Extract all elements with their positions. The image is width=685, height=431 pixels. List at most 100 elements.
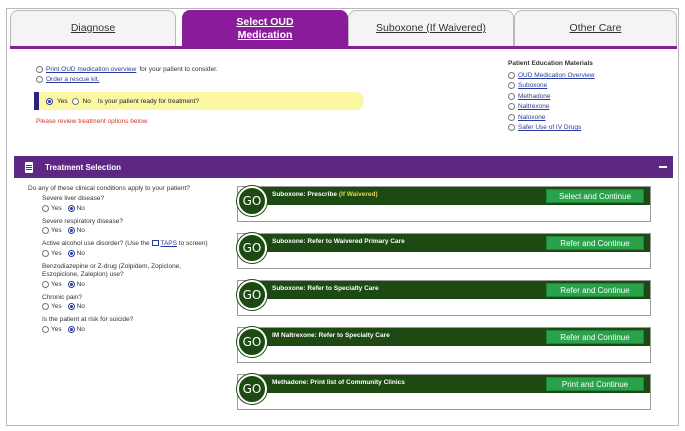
education-link-safer-iv[interactable]: Safer Use of IV Drugs: [518, 124, 581, 131]
question-text: Severe liver disease?: [42, 195, 105, 202]
education-item: Naltrexone: [508, 102, 668, 113]
option-title-text: Suboxone: Prescribe: [272, 191, 338, 198]
printer-icon: [508, 82, 515, 90]
refer-and-continue-button[interactable]: Refer and Continue: [546, 283, 644, 297]
yes-radio[interactable]: [42, 303, 49, 310]
option-title: Methadone: Print list of Community Clini…: [272, 379, 405, 386]
yes-label: Yes: [51, 280, 62, 288]
no-radio[interactable]: [67, 227, 75, 234]
ready-no-label: No: [82, 97, 91, 105]
collapse-icon[interactable]: [659, 166, 667, 168]
education-item: Suboxone: [508, 81, 668, 92]
rescue-kit-icon: [36, 76, 43, 83]
education-link-oud-overview[interactable]: OUD Medication Overview: [518, 72, 595, 79]
no-label: No: [76, 249, 85, 257]
go-badge: GO: [237, 374, 267, 404]
option-header-bar: Suboxone: Prescribe (If Waivered) Select…: [258, 187, 650, 205]
ready-bar-accent: [34, 92, 39, 110]
go-badge: GO: [237, 186, 267, 216]
select-and-continue-button[interactable]: Select and Continue: [546, 189, 644, 203]
yes-label: Yes: [51, 204, 62, 212]
print-and-continue-button[interactable]: Print and Continue: [546, 377, 644, 391]
option-title-highlight: (If Waivered): [338, 191, 378, 198]
printer-icon: [36, 66, 43, 73]
yes-radio[interactable]: [42, 280, 49, 288]
condition-question: Benzodiazepine or Z-drug (Zolpidem, Zopi…: [42, 263, 228, 288]
option-header-bar: IM Naltrexone: Refer to Specialty Care R…: [258, 328, 650, 346]
clinical-conditions: Do any of these clinical conditions appl…: [28, 185, 228, 339]
education-link-methadone[interactable]: Methadone: [518, 93, 551, 100]
go-badge: GO: [237, 327, 267, 357]
tab-diagnose[interactable]: Diagnose: [10, 10, 176, 46]
treatment-option-suboxone-specialty-care: Suboxone: Refer to Specialty Care Refer …: [237, 280, 651, 316]
review-warning: Please review treatment options below.: [36, 118, 149, 125]
condition-question: Severe liver disease? Yes No: [42, 195, 228, 212]
yes-label: Yes: [51, 325, 62, 333]
condition-question: Chronic pain? Yes No: [42, 294, 228, 310]
tab-select-oud-medication-label: Select OUD Medication: [236, 15, 294, 41]
no-label: No: [76, 325, 85, 333]
no-radio[interactable]: [67, 249, 75, 257]
no-radio[interactable]: [67, 325, 75, 333]
option-title: Suboxone: Prescribe (If Waivered): [272, 191, 378, 198]
option-title: Suboxone: Refer to Waivered Primary Care: [272, 238, 405, 245]
ready-question: Is your patient ready for treatment?: [97, 97, 200, 105]
education-link-suboxone[interactable]: Suboxone: [518, 82, 547, 89]
yes-label: Yes: [51, 227, 62, 234]
treatment-option-suboxone-primary-care: Suboxone: Refer to Waivered Primary Care…: [237, 233, 651, 269]
treatment-selection-title: Treatment Selection: [45, 162, 122, 172]
external-link-icon: [152, 240, 160, 246]
yes-no-radios: Yes No: [42, 249, 228, 257]
refer-and-continue-button[interactable]: Refer and Continue: [546, 236, 644, 250]
go-badge: GO: [237, 280, 267, 310]
yes-no-radios: Yes No: [42, 303, 228, 310]
taps-link[interactable]: TAPS: [160, 240, 177, 247]
education-item: Safer Use of IV Drugs: [508, 123, 668, 134]
treatment-option-methadone-clinics: Methadone: Print list of Community Clini…: [237, 374, 651, 410]
ready-no-radio[interactable]: [71, 97, 79, 105]
no-label: No: [76, 303, 85, 310]
question-text: Severe respiratory disease?: [42, 217, 123, 225]
printer-icon: [508, 92, 515, 100]
tab-select-oud-medication[interactable]: Select OUD Medication: [182, 10, 348, 46]
education-link-naltrexone[interactable]: Naltrexone: [518, 103, 549, 110]
question-text-part: Active alcohol use disorder? (Use the: [42, 240, 150, 247]
option-title: IM Naltrexone: Refer to Specialty Care: [272, 332, 390, 339]
ready-for-treatment-bar: Yes No Is your patient ready for treatme…: [34, 92, 364, 110]
tab-suboxone[interactable]: Suboxone (If Waivered): [348, 10, 514, 46]
no-label: No: [76, 204, 85, 212]
print-overview-link[interactable]: Print OUD medication overview: [46, 66, 136, 73]
treatment-selection-header: Treatment Selection: [14, 156, 673, 178]
conditions-intro: Do any of these clinical conditions appl…: [28, 185, 190, 192]
yes-radio[interactable]: [42, 325, 49, 333]
no-radio[interactable]: [67, 204, 75, 212]
no-radio[interactable]: [67, 303, 75, 310]
option-header-bar: Suboxone: Refer to Specialty Care Refer …: [258, 281, 650, 299]
printer-icon: [508, 103, 515, 111]
refer-and-continue-button[interactable]: Refer and Continue: [546, 330, 644, 344]
option-header-bar: Methadone: Print list of Community Clini…: [258, 375, 650, 393]
yes-no-radios: Yes No: [42, 280, 228, 288]
tab-bar: Diagnose Select OUD Medication Suboxone …: [10, 10, 677, 46]
no-radio[interactable]: [67, 280, 75, 288]
yes-no-radios: Yes No: [42, 204, 228, 212]
option-title: Suboxone: Refer to Specialty Care: [272, 285, 379, 292]
printer-icon: [508, 71, 515, 79]
education-item: Naloxone: [508, 112, 668, 123]
no-label: No: [76, 227, 85, 234]
yes-radio[interactable]: [42, 227, 49, 234]
patient-education-panel: Patient Education Materials OUD Medicati…: [508, 60, 668, 133]
yes-label: Yes: [51, 303, 62, 310]
question-text: Is the patient at risk for suicide?: [42, 316, 134, 323]
yes-radio[interactable]: [42, 204, 49, 212]
education-link-naloxone[interactable]: Naloxone: [518, 114, 545, 121]
no-label: No: [76, 280, 85, 288]
treatment-option-naltrexone-specialty-care: IM Naltrexone: Refer to Specialty Care R…: [237, 327, 651, 363]
rescue-kit-link[interactable]: Order a rescue kit.: [46, 76, 99, 83]
question-text-part: to screen): [178, 240, 208, 247]
tab-other-care[interactable]: Other Care: [514, 10, 677, 46]
yes-radio[interactable]: [42, 249, 49, 257]
ready-yes-radio[interactable]: [46, 97, 53, 105]
yes-no-radios: Yes No: [42, 325, 228, 333]
rescue-kit-row: Order a rescue kit.: [36, 76, 99, 83]
